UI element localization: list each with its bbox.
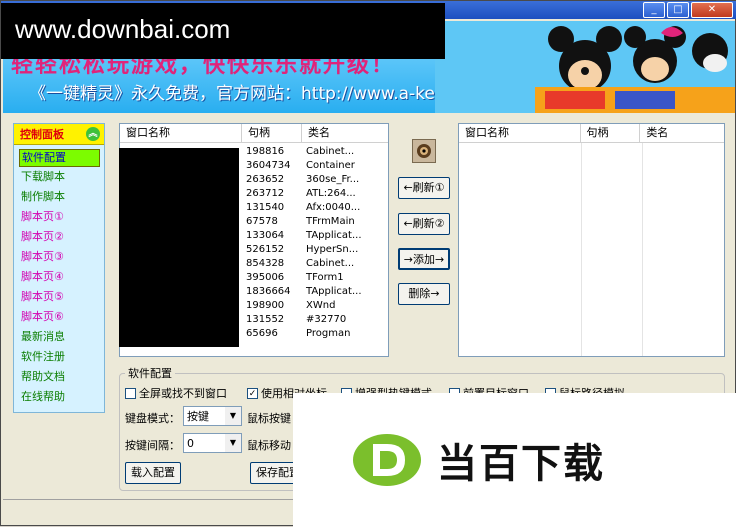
add-button[interactable]: →添加→	[398, 248, 450, 270]
control-panel-title: 控制面板	[20, 128, 64, 141]
nav-help-docs[interactable]: 帮助文档	[14, 367, 104, 387]
watermark-bottom: 当百下载	[293, 393, 736, 527]
main-window: _ □ ✕ www.downbai.com 轻轻松松玩游戏，快快乐乐就升级！ 《…	[0, 0, 736, 527]
select-value: 0	[187, 436, 194, 450]
checkbox-box[interactable]	[125, 387, 136, 399]
column-handle[interactable]: 句柄	[242, 124, 302, 142]
control-panel-header: 控制面板 ︽	[14, 124, 104, 145]
keyboard-mode-label: 键盘模式：	[125, 412, 180, 425]
nav-online-help[interactable]: 在线帮助	[14, 387, 104, 407]
dropdown-arrow-icon[interactable]: ▼	[225, 434, 241, 452]
checkbox-box[interactable]: ✓	[247, 387, 258, 399]
config-group-title: 软件配置	[125, 365, 175, 381]
column-class[interactable]: 类名	[640, 124, 724, 142]
mickey-mouse-image	[435, 21, 735, 113]
window-list-right[interactable]: 窗口名称 句柄 类名	[458, 123, 725, 357]
banner-website: 《一键精灵》永久免费，官方网站：http://www.a-key.net	[29, 84, 476, 104]
column-window-name[interactable]: 窗口名称	[120, 124, 242, 142]
select-value: 按键	[187, 410, 209, 423]
delete-button[interactable]: 删除→	[398, 283, 450, 305]
close-icon[interactable]: ✕	[691, 2, 733, 18]
key-interval-label: 按键间隔：	[125, 439, 180, 452]
watermark-top: www.downbai.com	[1, 3, 445, 59]
load-config-button[interactable]: 载入配置	[125, 462, 181, 484]
nav-script-page-2[interactable]: 脚本页②	[14, 227, 104, 247]
keyboard-mode-select[interactable]: 按键 ▼	[183, 406, 242, 426]
minimize-icon[interactable]: _	[643, 2, 665, 18]
checkbox-label: 全屏或找不到窗口	[139, 387, 227, 400]
mouse-key-label: 鼠标按键	[247, 412, 291, 425]
d-logo-icon	[353, 434, 421, 486]
nav-latest-news[interactable]: 最新消息	[14, 327, 104, 347]
nav-script-page-4[interactable]: 脚本页④	[14, 267, 104, 287]
redacted-window-names	[119, 148, 239, 347]
mouse-move-label: 鼠标移动	[247, 439, 291, 452]
dropdown-arrow-icon[interactable]: ▼	[225, 407, 241, 425]
collapse-icon[interactable]: ︽	[86, 127, 100, 141]
nav-register[interactable]: 软件注册	[14, 347, 104, 367]
list-header: 窗口名称 句柄 类名	[120, 124, 388, 143]
column-class[interactable]: 类名	[302, 124, 388, 142]
nav-make-script[interactable]: 制作脚本	[14, 187, 104, 207]
nav-download-script[interactable]: 下载脚本	[14, 167, 104, 187]
nav-script-page-1[interactable]: 脚本页①	[14, 207, 104, 227]
watermark-text: 当百下载	[437, 441, 605, 487]
maximize-icon[interactable]: □	[667, 2, 689, 18]
list-header: 窗口名称 句柄 类名	[459, 124, 724, 143]
key-interval-select[interactable]: 0 ▼	[183, 433, 242, 453]
nav-script-page-5[interactable]: 脚本页⑤	[14, 287, 104, 307]
column-handle[interactable]: 句柄	[581, 124, 641, 142]
target-finder-icon[interactable]	[412, 139, 436, 163]
refresh-1-button[interactable]: ←刷新①	[398, 177, 450, 199]
nav-script-page-6[interactable]: 脚本页⑥	[14, 307, 104, 327]
nav-software-config[interactable]: 软件配置	[19, 149, 100, 167]
control-panel: 控制面板 ︽ 软件配置 下载脚本 制作脚本 脚本页① 脚本页② 脚本页③ 脚本页…	[13, 123, 105, 413]
column-window-name[interactable]: 窗口名称	[459, 124, 581, 142]
refresh-2-button[interactable]: ←刷新②	[398, 213, 450, 235]
fullscreen-checkbox[interactable]: 全屏或找不到窗口	[125, 385, 227, 401]
nav-script-page-3[interactable]: 脚本页③	[14, 247, 104, 267]
